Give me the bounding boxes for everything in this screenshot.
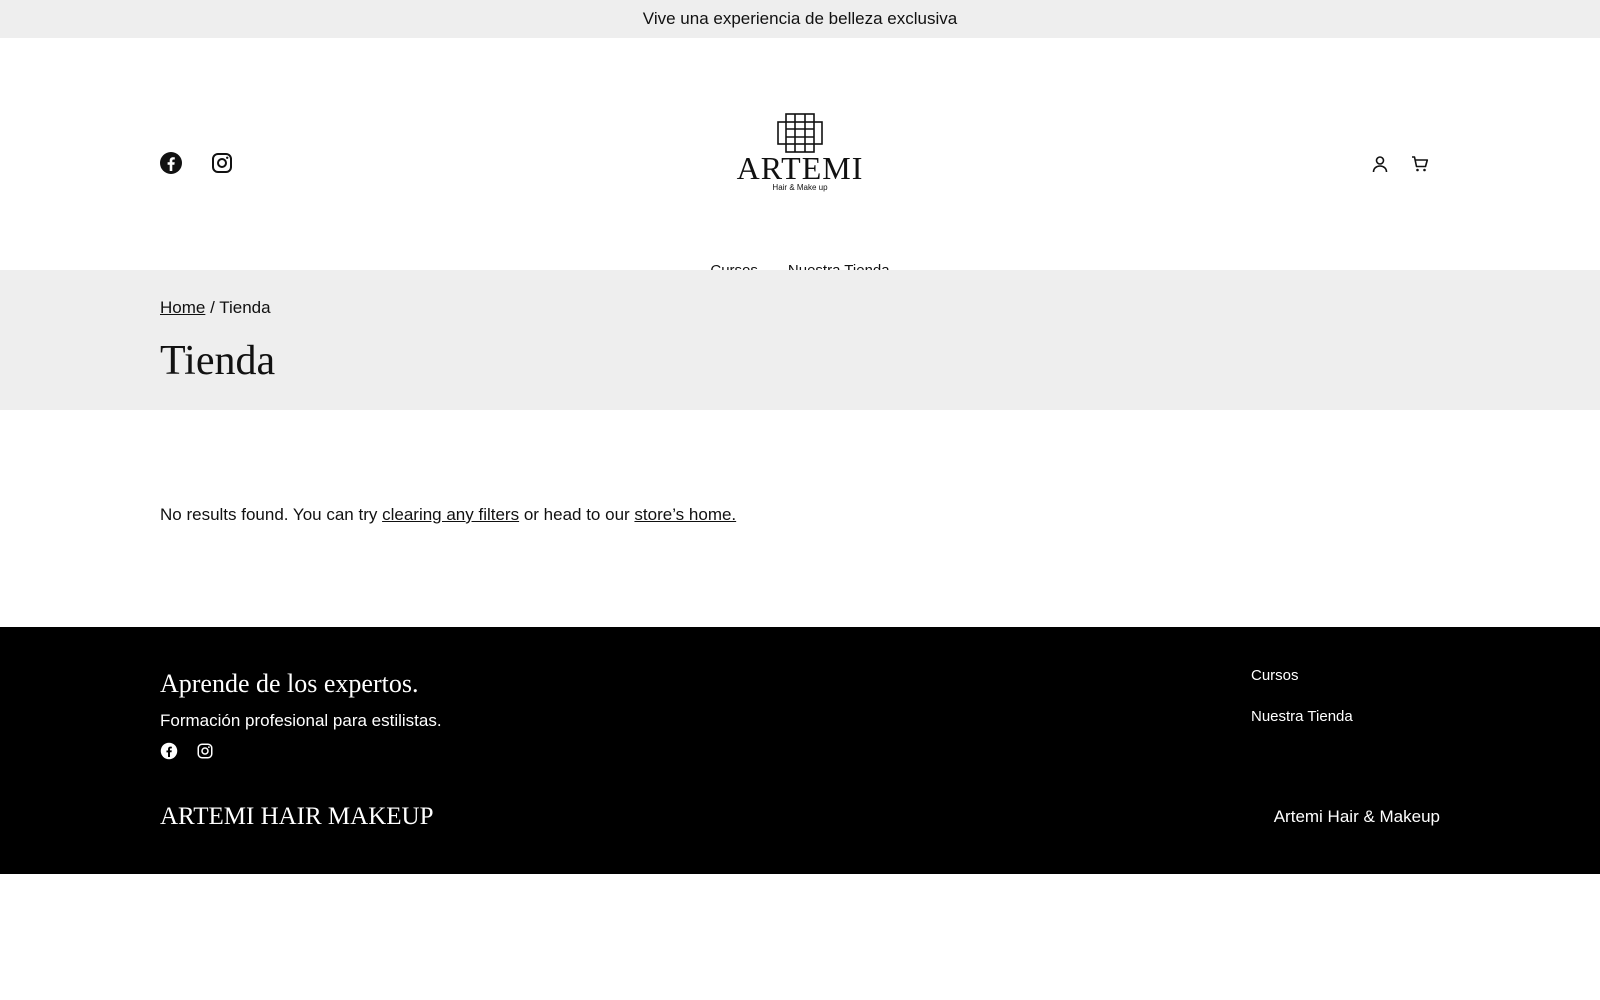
page: Vive una experiencia de belleza exclusiv… [0, 0, 1600, 1000]
page-title: Tienda [160, 338, 276, 384]
breadcrumb-separator: / [205, 298, 220, 317]
announcement-bar: Vive una experiencia de belleza exclusiv… [0, 0, 1600, 38]
footer-tagline: Formación profesional para estilistas. [160, 711, 442, 730]
breadcrumb-current: Tienda [219, 298, 271, 317]
header-actions [1370, 154, 1430, 174]
cart-icon [1412, 156, 1429, 172]
site-header: ARTEMI Hair & Make up Cursos Nuestra Tie… [0, 38, 1600, 279]
logo-subtitle: Hair & Make up [772, 183, 828, 192]
page-header: Home / Tienda Tienda [0, 270, 1600, 410]
footer-facebook-link[interactable] [160, 742, 178, 760]
footer-instagram-link[interactable] [196, 742, 214, 760]
instagram-link[interactable] [210, 151, 234, 175]
cart-button[interactable] [1410, 154, 1430, 174]
no-results-notice: No results found. You can try clearing a… [160, 505, 736, 525]
footer-nav-item-cursos[interactable]: Cursos [1251, 667, 1353, 684]
notice-middle: or head to our [519, 505, 635, 524]
instagram-icon [212, 153, 232, 173]
logo-grid-icon [777, 113, 823, 153]
breadcrumb: Home / Tienda [160, 298, 271, 318]
footer-nav: Cursos Nuestra Tienda [1251, 667, 1353, 725]
instagram-icon [197, 743, 213, 759]
breadcrumb-home-link[interactable]: Home [160, 298, 205, 317]
account-icon [1372, 156, 1388, 173]
facebook-icon [160, 742, 178, 760]
footer-nav-item-nuestra-tienda[interactable]: Nuestra Tienda [1251, 708, 1353, 725]
account-button[interactable] [1370, 154, 1390, 174]
store-home-link[interactable]: store’s home. [634, 505, 736, 524]
clear-filters-link[interactable]: clearing any filters [382, 505, 519, 524]
facebook-link[interactable] [159, 151, 183, 175]
facebook-icon [160, 152, 182, 174]
main-content: No results found. You can try clearing a… [0, 410, 1600, 627]
site-footer: Aprende de los expertos. Formación profe… [0, 627, 1600, 874]
announcement-text: Vive una experiencia de belleza exclusiv… [642, 9, 958, 28]
site-logo[interactable]: ARTEMI Hair & Make up [733, 112, 867, 196]
footer-social-links [160, 742, 214, 760]
header-social-links [159, 151, 234, 175]
logo-wordmark: ARTEMI [736, 150, 864, 186]
notice-prefix: No results found. You can try [160, 505, 383, 524]
footer-brand: ARTEMI HAIR MAKEUP [160, 803, 434, 830]
footer-heading: Aprende de los expertos. [160, 669, 419, 698]
footer-credit: Artemi Hair & Makeup [1273, 807, 1440, 826]
